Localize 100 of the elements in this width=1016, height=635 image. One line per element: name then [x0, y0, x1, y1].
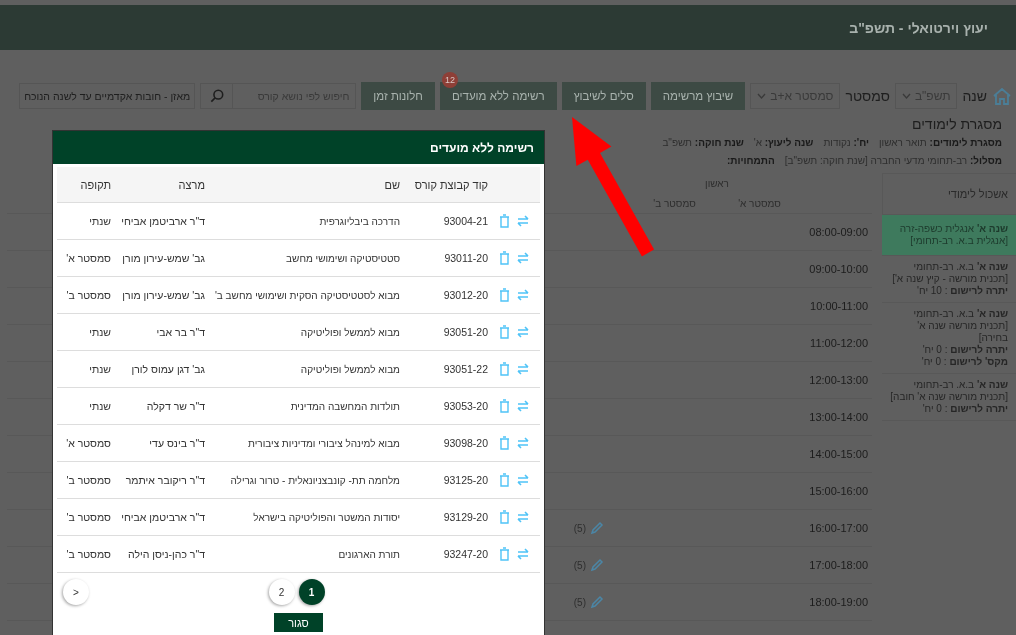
table-cell: שנתי: [89, 400, 111, 412]
table-cell: שנתי: [89, 363, 111, 375]
table-cell: סמסטר ב': [66, 511, 111, 523]
delete-icon[interactable]: [499, 325, 510, 339]
time-slot: 10:00-11:00: [810, 300, 868, 312]
table-cell: שנתי: [89, 326, 111, 338]
time-slot: 18:00-19:00: [809, 596, 868, 608]
delete-icon[interactable]: [499, 251, 510, 265]
delete-icon[interactable]: [499, 473, 510, 487]
toolbar-button[interactable]: סלים לשיבוץ: [561, 82, 646, 110]
table-cell: מבוא למינהל ציבורי ומדיניות ציבורית: [248, 437, 400, 449]
table-cell: גב' שמש-עירון מורן: [122, 289, 205, 301]
swap-icon[interactable]: [516, 362, 530, 376]
time-slot: 17:00-18:00: [809, 559, 868, 571]
table-cell: 93053-20: [443, 400, 488, 412]
delete-icon[interactable]: [499, 288, 510, 302]
table-cell: 93004-21: [443, 215, 488, 227]
table-cell: ד"ר ריקובר איתמר: [125, 474, 205, 486]
home-icon[interactable]: [992, 87, 1012, 105]
table-cell: ד"ר כהן-ניסן הילה: [128, 548, 205, 560]
table-cell: יסודות המשטר והפוליטיקה בישראל: [253, 511, 400, 523]
swap-icon[interactable]: [516, 325, 530, 339]
field-label: סמסטר: [845, 88, 890, 104]
toolbar-button[interactable]: שיבוץ מרשימה: [650, 82, 746, 110]
column-header: שם: [384, 178, 400, 191]
table-cell: ד"ר ארביטמן אביחי: [121, 215, 205, 227]
time-slot: 08:00-09:00: [809, 226, 868, 238]
swap-icon[interactable]: [516, 251, 530, 265]
swap-icon[interactable]: [516, 473, 530, 487]
table-cell: מבוא לממשל ופוליטיקה: [300, 363, 400, 375]
table-cell: ד"ר ארביטמן אביחי: [121, 511, 205, 523]
chevron-icon: [901, 93, 911, 99]
swap-icon[interactable]: [516, 288, 530, 302]
chevron-icon: [757, 93, 767, 99]
time-slot: 14:00-15:00: [809, 448, 868, 460]
page-button[interactable]: 2: [268, 579, 295, 605]
table-cell: 93125-20: [443, 474, 488, 486]
table-cell: ד"ר שר דקלה: [146, 400, 205, 412]
time-slot: 16:00-17:00: [809, 522, 868, 534]
table-cell: סמסטר ב': [66, 474, 111, 486]
toolbar-button[interactable]: רשימה ללא מועדים: [439, 82, 557, 110]
search-icon: [209, 89, 224, 103]
time-slot: 12:00-13:00: [809, 374, 868, 386]
field-label: שנה: [962, 88, 987, 104]
swap-icon[interactable]: [516, 399, 530, 413]
pencil-icon[interactable]: [590, 595, 604, 609]
count-badge: 12: [441, 72, 458, 88]
table-cell: מבוא לסטטיסטיקה הסקית ושימושי מחשב ב': [214, 289, 400, 301]
delete-icon[interactable]: [499, 510, 510, 524]
page-button[interactable]: 1: [298, 579, 325, 605]
swap-icon[interactable]: [516, 436, 530, 450]
delete-icon[interactable]: [499, 436, 510, 450]
table-cell: 93051-20: [443, 326, 488, 338]
swap-icon[interactable]: [516, 547, 530, 561]
app-title: יעוץ וירטואלי - תשפ"ב: [849, 19, 988, 36]
swap-icon[interactable]: [516, 214, 530, 228]
column-header: תקופה: [80, 178, 111, 191]
table-cell: 93098-20: [443, 437, 488, 449]
cluster-item[interactable]: שנה א' אנגלית כשפה-זרה [אנגלית ב.א. רב-תחומי]: [882, 215, 1016, 256]
balance-dropdown[interactable]: מאזן - חובות אקדמיים עד לשנה הנוכח: [19, 83, 196, 109]
table-cell: תורת הארגונים: [338, 548, 400, 560]
table-cell: 93012-20: [443, 289, 488, 301]
table-cell: גב' דגן עמוס לורן: [131, 363, 205, 375]
table-cell: הדרכה ביבליוגרפית: [319, 215, 400, 227]
close-button[interactable]: סגור: [274, 613, 323, 632]
table-cell: שנתי: [89, 215, 111, 227]
pencil-icon[interactable]: [590, 558, 604, 572]
time-slot: 13:00-14:00: [809, 411, 868, 423]
table-cell: גב' שמש-עירון מורן: [122, 252, 205, 264]
dialog-title: רשימה ללא מועדים: [430, 140, 534, 155]
section-title: מסגרת לימודים: [911, 116, 1002, 132]
time-slot: 09:00-10:00: [809, 263, 868, 275]
table-cell: סמסטר ב': [66, 548, 111, 560]
delete-icon[interactable]: [499, 362, 510, 376]
swap-icon[interactable]: [516, 510, 530, 524]
previous-page-button[interactable]: <: [63, 579, 89, 605]
pencil-icon[interactable]: [590, 521, 604, 535]
table-cell: ד"ר בינס עדי: [149, 437, 205, 449]
table-cell: סמסטר ב': [66, 289, 111, 301]
table-cell: 93129-20: [443, 511, 488, 523]
table-cell: תולדות המחשבה המדינית: [290, 400, 400, 412]
table-cell: סמסטר א': [66, 252, 111, 264]
table-cell: 93247-20: [443, 548, 488, 560]
table-cell: ד"ר בר אבי: [156, 326, 205, 338]
delete-icon[interactable]: [499, 214, 510, 228]
table-cell: 93051-22: [443, 363, 488, 375]
column-header: מרצה: [178, 178, 205, 191]
table-cell: סטטיסטיקה ושימושי מחשב: [286, 252, 400, 264]
search-button[interactable]: [200, 83, 233, 109]
table-cell: 93011-20: [444, 252, 488, 264]
info-field: התמחויות:: [727, 155, 775, 166]
time-slot: 15:00-16:00: [809, 485, 868, 497]
toolbar-button[interactable]: חלונות זמן: [361, 82, 435, 110]
table-cell: סמסטר א': [66, 437, 111, 449]
delete-icon[interactable]: [499, 547, 510, 561]
table-cell: מבוא לממשל ופוליטיקה: [300, 326, 400, 338]
delete-icon[interactable]: [499, 399, 510, 413]
table-cell: מלחמה תת- קונבצניונאלית - טרור וגרילה: [230, 474, 400, 486]
column-header: קוד קבוצת קורס: [414, 178, 488, 191]
time-slot: 11:00-12:00: [810, 337, 868, 349]
